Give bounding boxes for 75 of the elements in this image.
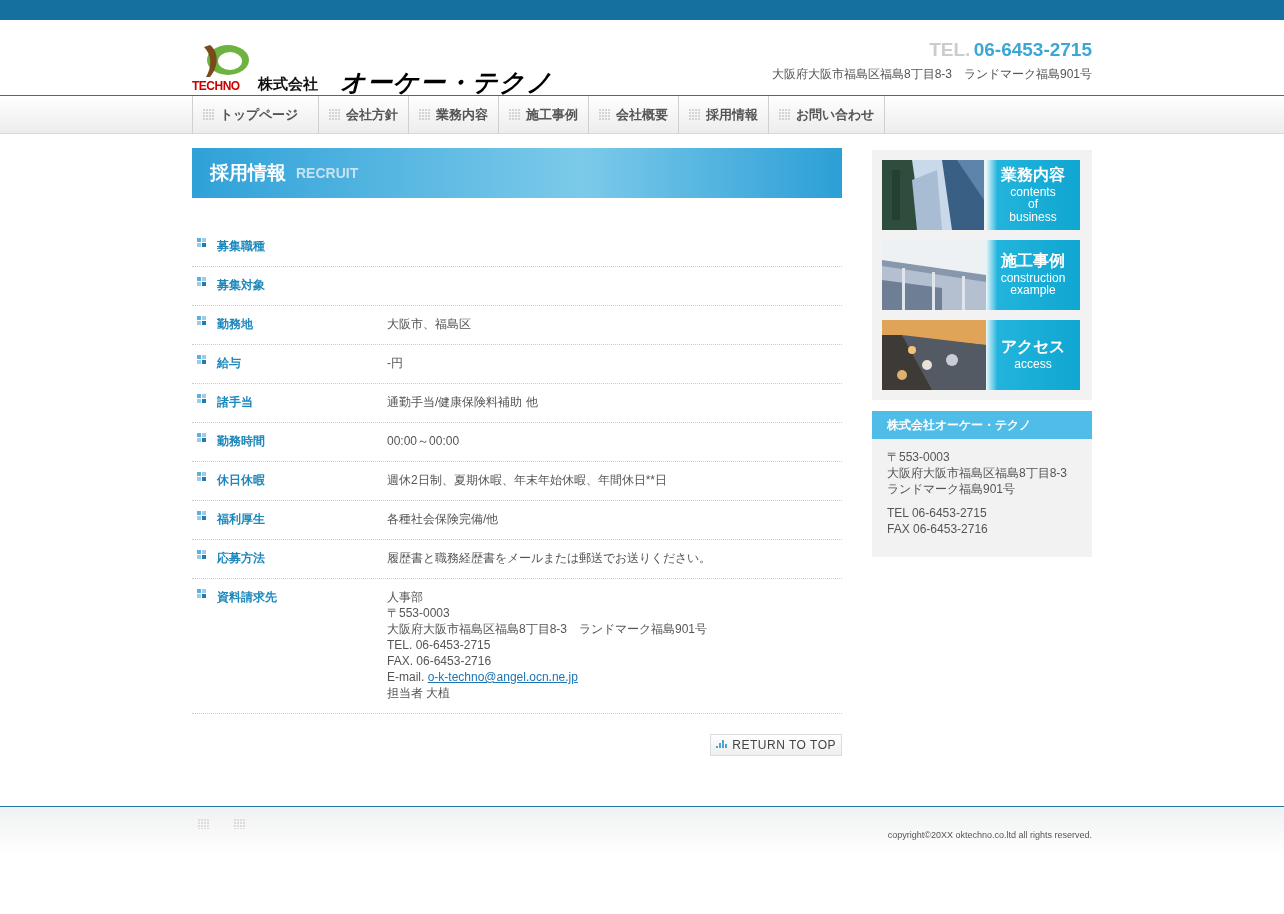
address-line: 大阪府大阪市福島区福島8丁目8-3 ランドマーク福島901号 <box>887 465 1069 497</box>
dots-icon <box>599 109 611 121</box>
dots-icon <box>419 109 431 121</box>
bullet-icon <box>197 511 207 521</box>
copyright-text: copyright©20XX oktechno.co.ltd all rights reserved. <box>887 829 1092 842</box>
bullet-icon <box>197 394 207 404</box>
value-text: 各種社会保険完備/他 <box>387 511 500 527</box>
bullet-icon <box>197 238 207 248</box>
logo-text: 株式会社 <box>258 73 318 94</box>
banner-subtitle: of <box>1028 198 1038 211</box>
nav-link[interactable]: 業務内容 <box>409 96 499 134</box>
dots-icon <box>203 109 215 121</box>
return-to-top-button[interactable]: RETURN TO TOP <box>710 734 842 756</box>
value-text: E-mail. o-k-techno@angel.ocn.ne.jp <box>387 669 579 685</box>
banner-subtitle: access <box>1014 358 1052 371</box>
nav-link[interactable]: お問い合わせ <box>769 96 885 134</box>
row-label: 勤務地 <box>217 316 253 332</box>
nav-link[interactable]: 会社方針 <box>319 96 409 134</box>
nav-link[interactable]: 会社概要 <box>589 96 679 134</box>
bullet-icon <box>197 316 207 326</box>
bullet-icon <box>197 589 207 599</box>
dots-icon <box>779 109 791 121</box>
bullet-icon <box>197 277 207 287</box>
value-text: 通勤手当/健康保険料補助 他 <box>387 394 539 410</box>
bars-icon <box>716 740 729 750</box>
value-text: FAX. 06-6453-2716 <box>387 653 493 669</box>
bullet-icon <box>197 433 207 443</box>
row-label: 募集対象 <box>217 277 265 293</box>
value-text: 大阪市、福島区 <box>387 316 472 332</box>
row-label: 募集職種 <box>217 238 265 254</box>
row-label: 福利厚生 <box>217 511 265 527</box>
value-text: 00:00～00:00 <box>387 433 461 449</box>
value-text: 週休2日制、夏期休暇、年末年始休暇、年間休日**日 <box>387 472 668 488</box>
page-title: 採用情報 <box>210 160 286 185</box>
row-label: 諸手当 <box>217 394 253 410</box>
value-text: -円 <box>387 355 404 371</box>
row-label: 応募方法 <box>217 550 265 566</box>
logo-text: オーケー・テクノ <box>340 70 553 95</box>
contact-line: FAX 06-6453-2716 <box>887 521 989 537</box>
contact-line: TEL 06-6453-2715 <box>887 505 988 521</box>
value-text: 担当者 大植 <box>387 685 452 701</box>
value-text: TEL. 06-6453-2715 <box>387 637 492 653</box>
dots-icon <box>509 109 521 121</box>
dots-icon <box>689 109 701 121</box>
value-text: 〒553-0003 <box>387 605 451 621</box>
banner-subtitle: example <box>1010 284 1056 297</box>
address-line: 〒553-0003 <box>887 449 951 465</box>
email-link[interactable]: o-k-techno@angel.ocn.ne.jp <box>427 670 578 684</box>
nav-link[interactable]: トップページ <box>192 96 319 134</box>
dots-icon <box>234 819 246 829</box>
banner-subtitle: contents <box>1010 185 1056 199</box>
banner-title: 業務内容 <box>1001 166 1065 184</box>
header-address: 大阪府大阪市福島区福島8丁目8-3 ランドマーク福島901号 <box>771 65 1092 83</box>
nav-link[interactable]: 施工事例 <box>499 96 589 134</box>
banner-title: 施工事例 <box>1001 253 1065 270</box>
company-box-title: 株式会社オーケー・テクノ <box>872 411 1092 439</box>
bullet-icon <box>197 355 207 365</box>
row-label: 休日休暇 <box>217 472 265 488</box>
row-label: 給与 <box>217 355 241 371</box>
bullet-icon <box>197 550 207 560</box>
bullet-icon <box>197 472 207 482</box>
value-text: 大阪府大阪市福島区福島8丁目8-3 ランドマーク福島901号 <box>387 621 709 637</box>
dots-icon <box>198 819 210 829</box>
value-text: 人事部 <box>387 589 424 605</box>
banner-title: アクセス <box>1001 339 1065 357</box>
row-label: 勤務時間 <box>217 433 265 449</box>
dots-icon <box>329 109 341 121</box>
nav-link[interactable]: 採用情報 <box>679 96 769 134</box>
logo-text: TECHNO <box>192 78 240 95</box>
value-text: 履歴書と職務経歴書をメールまたは郵送でお送りください。 <box>387 550 712 566</box>
phone-number: 06-6453-2715 <box>973 39 1092 60</box>
row-label: 資料請求先 <box>217 589 277 605</box>
banner-subtitle: business <box>1009 210 1057 224</box>
banner-subtitle: construction <box>1000 271 1066 285</box>
page-subtitle: RECRUIT <box>296 163 359 183</box>
